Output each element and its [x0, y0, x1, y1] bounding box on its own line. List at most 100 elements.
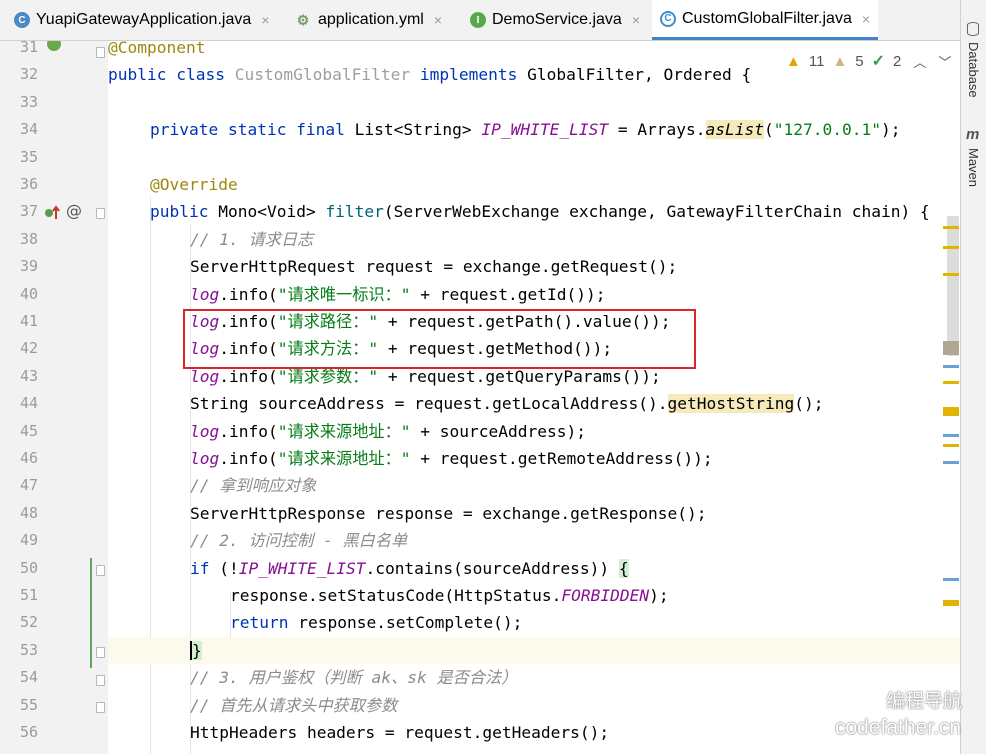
next-highlight-icon[interactable]: ﹀	[938, 52, 951, 71]
line-number: 44	[19, 394, 38, 413]
fold-marker[interactable]	[96, 702, 105, 713]
spring-class-icon: C	[14, 12, 30, 28]
code-line-44[interactable]: String sourceAddress = request.getLocalA…	[108, 390, 960, 417]
fold-marker[interactable]	[96, 647, 105, 658]
line-number: 47	[19, 476, 38, 495]
spring-bean-icon[interactable]	[44, 41, 64, 55]
interface-icon: I	[470, 12, 486, 28]
code-line-56[interactable]: HttpHeaders headers = request.getHeaders…	[108, 719, 960, 746]
code-line-52[interactable]: return response.setComplete();	[108, 609, 960, 636]
warning-stripe-marker[interactable]	[943, 246, 959, 249]
yaml-file-icon: ⚙	[296, 11, 310, 28]
line-number: 33	[19, 92, 38, 111]
tab-label: YuapiGatewayApplication.java	[36, 11, 252, 28]
weak-warning-icon: ▲	[832, 52, 848, 70]
code-line-40[interactable]: log.info("请求唯一标识：" + request.getId());	[108, 281, 960, 308]
line-number: 32	[19, 65, 38, 84]
warning-stripe-marker[interactable]	[943, 407, 959, 416]
tab-yuapi-gateway-application[interactable]: C YuapiGatewayApplication.java ×	[14, 0, 269, 40]
warning-stripe-marker[interactable]	[943, 226, 959, 229]
tab-label: application.yml	[318, 11, 424, 28]
code-line-49[interactable]: // 2. 访问控制 - 黑白名单	[108, 527, 960, 554]
line-number: 49	[19, 531, 38, 550]
line-number: 41	[19, 312, 38, 330]
tab-custom-global-filter[interactable]: C CustomGlobalFilter.java ×	[652, 0, 879, 40]
editor-tab-bar: C YuapiGatewayApplication.java × ⚙ appli…	[0, 0, 960, 41]
line-number: 55	[19, 695, 38, 714]
line-number: 56	[19, 723, 38, 741]
code-line-34[interactable]: private static final List<String> IP_WHI…	[108, 116, 960, 143]
code-line-54[interactable]: // 3. 用户鉴权（判断 ak、sk 是否合法）	[108, 664, 960, 691]
code-line-47[interactable]: // 拿到响应对象	[108, 472, 960, 499]
line-number: 39	[19, 257, 38, 276]
line-number: 31	[19, 38, 38, 56]
fold-marker[interactable]	[96, 675, 105, 686]
warning-count: 11	[808, 52, 825, 70]
scrollbar-thumb[interactable]	[947, 216, 959, 356]
watermark-url: codefather.cn	[835, 716, 962, 739]
code-line-41[interactable]: log.info("请求路径：" + request.getPath().val…	[108, 308, 960, 335]
line-number: 51	[19, 586, 38, 604]
usage-stripe-marker[interactable]	[943, 434, 959, 437]
previous-highlight-icon[interactable]: ︿	[913, 52, 926, 71]
code-editor[interactable]: @Component public class CustomGlobalFilt…	[108, 41, 960, 754]
close-icon[interactable]: ×	[261, 12, 269, 28]
implements-method-icon[interactable]	[44, 204, 64, 222]
right-tool-window-strip: Database m Maven	[960, 0, 986, 754]
inspection-widget[interactable]: ▲ 11 ▲ 5 ✓ 2 ︿ ﹀	[786, 50, 952, 72]
code-line-39[interactable]: ServerHttpRequest request = exchange.get…	[108, 253, 960, 280]
line-number: 37	[19, 202, 38, 221]
line-number: 53	[19, 640, 38, 659]
code-line-45[interactable]: log.info("请求来源地址：" + sourceAddress);	[108, 418, 960, 445]
fold-marker[interactable]	[96, 47, 105, 58]
code-line-53[interactable]: }	[108, 636, 960, 665]
line-number: 52	[19, 613, 38, 632]
maven-icon: m	[966, 126, 980, 143]
warning-stripe-marker[interactable]	[943, 381, 959, 384]
code-line-36[interactable]: @Override	[108, 171, 960, 198]
database-panel-button[interactable]: Database	[966, 42, 981, 98]
override-annotation-icon[interactable]: @	[66, 201, 82, 220]
tab-label: CustomGlobalFilter.java	[682, 9, 852, 27]
fold-marker[interactable]	[96, 208, 105, 219]
line-number: 43	[19, 366, 38, 385]
class-icon: C	[660, 10, 676, 27]
code-line-42[interactable]: log.info("请求方法：" + request.getMethod());	[108, 335, 960, 362]
weak-warning-stripe-marker[interactable]	[943, 341, 959, 355]
close-icon[interactable]: ×	[862, 11, 870, 27]
tab-demo-service[interactable]: I DemoService.java ×	[470, 0, 640, 40]
warning-icon: ▲	[786, 52, 801, 70]
line-number-gutter: 31 32 33 34 35 36 37 38 39 40 41 42 43 44 45 46 47 48 49 50…	[0, 38, 108, 754]
close-icon[interactable]: ×	[632, 12, 640, 28]
code-line-38[interactable]: // 1. 请求日志	[108, 226, 960, 253]
usage-stripe-marker[interactable]	[943, 578, 959, 581]
code-line-48[interactable]: ServerHttpResponse response = exchange.g…	[108, 500, 960, 527]
maven-panel-button[interactable]: Maven	[966, 148, 981, 187]
line-number: 42	[19, 339, 38, 358]
usage-stripe-marker[interactable]	[943, 365, 959, 368]
warning-stripe-marker[interactable]	[943, 273, 959, 276]
line-number: 36	[19, 175, 38, 193]
line-number: 40	[19, 284, 38, 303]
weak-warning-count: 5	[855, 52, 864, 70]
fold-marker[interactable]	[96, 565, 105, 576]
usage-stripe-marker[interactable]	[943, 461, 959, 464]
line-number: 45	[19, 421, 38, 440]
code-line-50[interactable]: if (!IP_WHITE_LIST.contains(sourceAddres…	[108, 555, 960, 582]
code-line-55[interactable]: // 首先从请求头中获取参数	[108, 692, 960, 719]
warning-stripe-marker[interactable]	[943, 444, 959, 447]
line-number: 54	[19, 668, 38, 687]
typo-check-icon: ✓	[871, 53, 886, 70]
watermark-title: 编程导航	[886, 691, 963, 712]
line-number: 46	[19, 449, 38, 467]
code-line-43[interactable]: log.info("请求参数：" + request.getQueryParam…	[108, 363, 960, 390]
close-icon[interactable]: ×	[434, 12, 442, 28]
line-number: 35	[19, 147, 38, 166]
change-marker	[90, 558, 92, 668]
code-line-51[interactable]: response.setStatusCode(HttpStatus.FORBID…	[108, 582, 960, 609]
line-number: 48	[19, 503, 38, 522]
code-line-37[interactable]: public Mono<Void> filter(ServerWebExchan…	[108, 198, 960, 225]
warning-stripe-marker[interactable]	[943, 600, 959, 606]
tab-application-yml[interactable]: ⚙ application.yml ×	[294, 0, 442, 40]
code-line-46[interactable]: log.info("请求来源地址：" + request.getRemoteAd…	[108, 445, 960, 472]
